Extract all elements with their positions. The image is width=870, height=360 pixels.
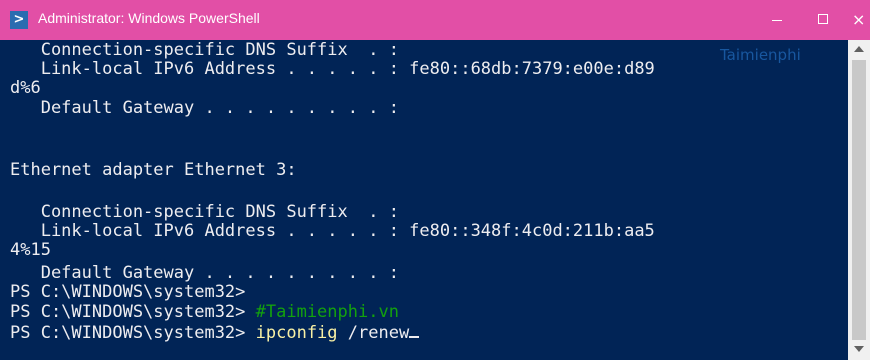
title-bar[interactable]: > Administrator: Windows PowerShell × (0, 0, 870, 40)
console-line: PS C:\WINDOWS\system32> #Taimienphi.vn (10, 304, 399, 323)
console-output[interactable]: Connection-specific DNS Suffix . : Link-… (0, 40, 848, 360)
command-text: ipconfig (255, 323, 338, 343)
close-button[interactable]: × (846, 0, 870, 40)
prompt-text: PS C:\WINDOWS\system32> (10, 302, 256, 322)
watermark-text: Taimienphi (720, 46, 801, 64)
scrollbar-thumb[interactable] (852, 60, 866, 340)
text-cursor (409, 336, 420, 338)
maximize-button[interactable] (800, 0, 846, 40)
prompt-text: PS C:\WINDOWS\system32> (10, 323, 256, 343)
console-line: Link-local IPv6 Address . . . . . : fe80… (10, 221, 655, 241)
console-line: PS C:\WINDOWS\system32> (10, 282, 246, 302)
scroll-up-icon[interactable] (854, 46, 864, 52)
console-line: Link-local IPv6 Address . . . . . : fe80… (10, 59, 655, 79)
command-args: /renew (337, 323, 410, 343)
console-line: Ethernet adapter Ethernet 3: (10, 160, 297, 180)
maximize-icon (818, 14, 828, 24)
minimize-button[interactable] (754, 0, 800, 40)
powershell-icon: > (10, 11, 28, 29)
window-title: Administrator: Windows PowerShell (38, 10, 260, 26)
console-line: d%6 (10, 78, 41, 98)
close-icon: × (852, 10, 866, 29)
minimize-icon (772, 20, 782, 21)
scroll-down-icon[interactable] (854, 346, 864, 352)
console-line: 4%15 (10, 240, 51, 260)
comment-text: #Taimienphi.vn (255, 302, 399, 322)
vertical-scrollbar[interactable] (848, 40, 870, 360)
console-line: Default Gateway . . . . . . . . . : (10, 98, 399, 118)
command-line[interactable]: PS C:\WINDOWS\system32> ipconfig /renew (10, 323, 420, 344)
powershell-window: > Administrator: Windows PowerShell × Co… (0, 0, 870, 360)
